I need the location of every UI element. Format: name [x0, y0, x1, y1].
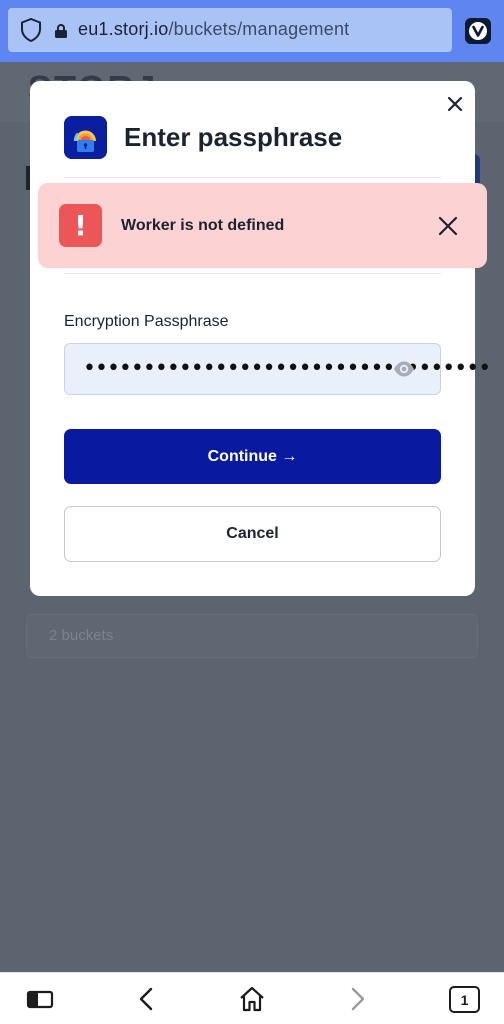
browser-toolbar: eu1.storj.io/buckets/management — [0, 0, 504, 62]
home-icon[interactable] — [237, 985, 267, 1013]
passphrase-input[interactable]: •••••••••••••••••••••••••••••••••• — [64, 343, 491, 395]
lock-icon — [55, 24, 67, 38]
cancel-button[interactable]: Cancel — [64, 506, 441, 562]
passphrase-label: Encryption Passphrase — [64, 313, 229, 330]
tab-counter[interactable]: 1 — [449, 986, 480, 1013]
bucket-count: 2 buckets — [49, 627, 114, 644]
close-icon[interactable] — [437, 215, 459, 237]
address-bar[interactable]: eu1.storj.io/buckets/management — [8, 8, 452, 52]
browser-bottom-bar: 1 — [0, 972, 504, 1024]
passphrase-modal: Enter passphrase Encryption Passphrase •… — [30, 81, 491, 596]
forward-icon[interactable] — [342, 985, 372, 1013]
back-icon[interactable] — [132, 985, 162, 1013]
bucket-summary: 2 buckets — [26, 614, 478, 658]
lock-rainbow-icon — [64, 116, 107, 159]
eye-icon[interactable] — [393, 359, 415, 379]
panel-icon[interactable] — [25, 985, 55, 1013]
close-icon[interactable] — [444, 93, 466, 115]
alert-icon: ! — [59, 204, 102, 247]
vivaldi-icon[interactable] — [465, 18, 491, 44]
error-message: Worker is not defined — [121, 217, 285, 234]
continue-button[interactable]: Continue → — [64, 429, 441, 484]
passphrase-value: •••••••••••••••••••••••••••••••••• — [83, 356, 491, 381]
divider — [64, 273, 441, 274]
shield-icon[interactable] — [20, 18, 42, 42]
url-domain: eu1.storj.io — [78, 19, 169, 39]
error-toast: ! Worker is not defined — [38, 183, 487, 268]
modal-title: Enter passphrase — [124, 122, 343, 152]
url-path: /buckets/management — [168, 19, 350, 39]
divider — [64, 177, 441, 178]
url-text[interactable]: eu1.storj.io/buckets/management — [78, 19, 349, 40]
